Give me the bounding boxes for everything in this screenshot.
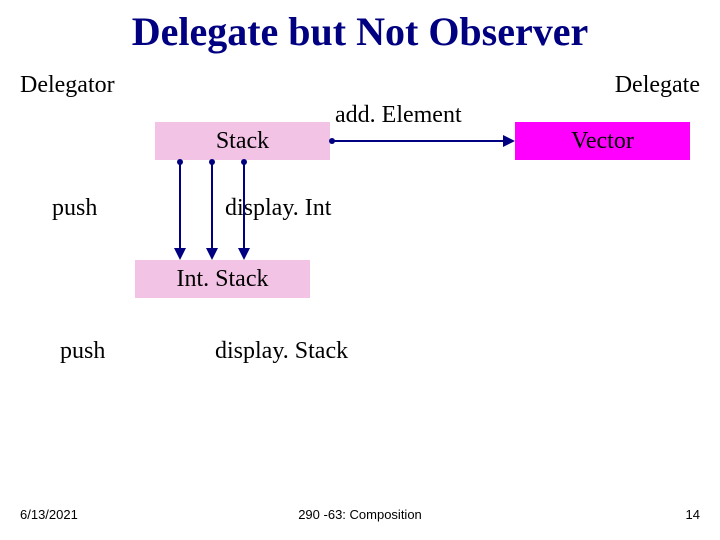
int-stack-box: Int. Stack bbox=[135, 260, 310, 298]
delegator-label: Delegator bbox=[20, 72, 115, 99]
display-stack-label: display. Stack bbox=[215, 338, 348, 365]
add-element-label: add. Element bbox=[335, 102, 462, 129]
footer-page-number: 14 bbox=[686, 507, 700, 522]
int-stack-box-label: Int. Stack bbox=[177, 266, 269, 293]
arrow-push-to-intstack bbox=[176, 160, 184, 260]
footer-center: 290 -63: Composition bbox=[0, 507, 720, 522]
arrow-mid-to-intstack bbox=[208, 160, 216, 260]
vector-box-label: Vector bbox=[571, 128, 634, 155]
push-label-2: push bbox=[60, 338, 105, 365]
push-label-1: push bbox=[52, 195, 97, 222]
vector-box: Vector bbox=[515, 122, 690, 160]
delegate-label: Delegate bbox=[615, 72, 700, 99]
stack-box: Stack bbox=[155, 122, 330, 160]
slide-title: Delegate but Not Observer bbox=[0, 8, 720, 55]
stack-box-label: Stack bbox=[216, 128, 269, 155]
arrow-stack-to-vector bbox=[330, 139, 515, 143]
arrow-displayint-to-intstack bbox=[240, 160, 248, 260]
